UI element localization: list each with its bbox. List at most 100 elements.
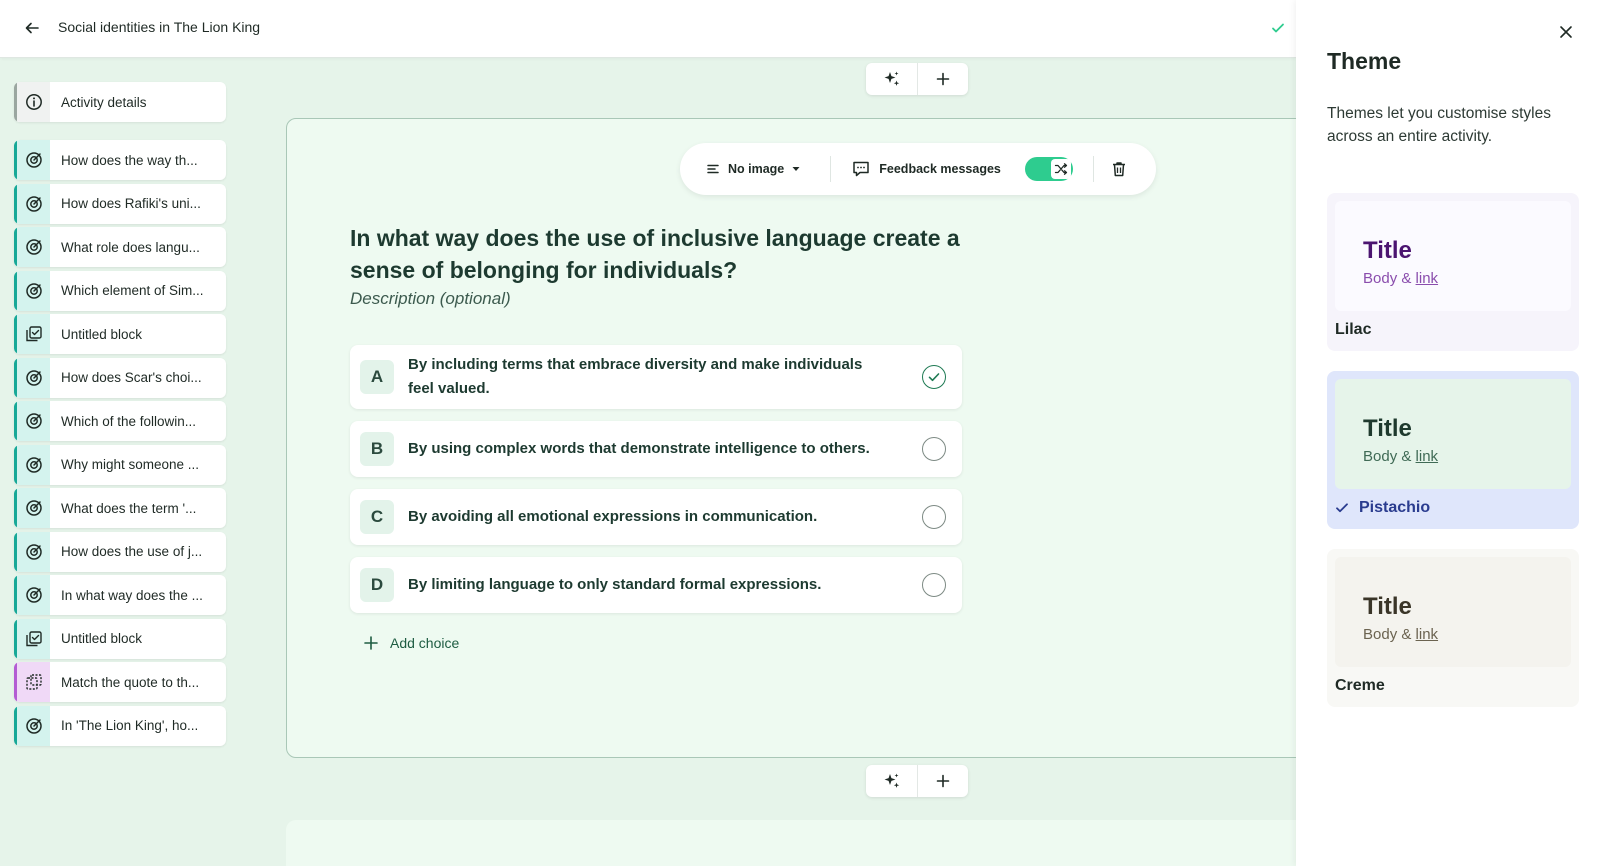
correct-answer-radio[interactable] bbox=[922, 505, 946, 529]
close-icon[interactable] bbox=[1554, 20, 1578, 44]
sidebar-item[interactable]: Why might someone ... bbox=[14, 444, 226, 485]
selected-check-icon bbox=[1336, 503, 1348, 513]
sidebar-item-label: How does the use of j... bbox=[61, 544, 203, 559]
theme-name: Lilac bbox=[1335, 321, 1372, 338]
choice-letter: A bbox=[360, 360, 394, 394]
choice-a[interactable]: A By including terms that embrace divers… bbox=[350, 345, 962, 409]
correct-answer-radio[interactable] bbox=[922, 573, 946, 597]
choice-c[interactable]: C By avoiding all emotional expressions … bbox=[350, 489, 962, 545]
choice-text[interactable]: By limiting language to only standard fo… bbox=[408, 573, 888, 597]
caret-down-icon bbox=[792, 167, 800, 171]
feedback-messages-label: Feedback messages bbox=[879, 162, 1001, 176]
choice-text[interactable]: By using complex words that demonstrate … bbox=[408, 437, 888, 461]
theme-option-creme[interactable]: Title Body & link Creme bbox=[1327, 549, 1579, 707]
theme-preview-link: link bbox=[1415, 626, 1439, 643]
align-left-icon bbox=[707, 164, 719, 174]
comment-icon bbox=[853, 161, 870, 177]
plus-icon bbox=[936, 72, 950, 86]
sidebar-item[interactable]: How does the use of j... bbox=[14, 531, 226, 572]
sidebar-item[interactable]: In what way does the ... bbox=[14, 575, 226, 615]
question-title[interactable]: In what way does the use of inclusive la… bbox=[350, 222, 970, 286]
sidebar-item[interactable]: Untitled block bbox=[14, 314, 226, 354]
choice-letter: B bbox=[360, 432, 394, 466]
theme-option-lilac[interactable]: Title Body & link Lilac bbox=[1327, 193, 1579, 351]
sidebar-item[interactable]: What does the term '... bbox=[14, 488, 226, 528]
sidebar-item[interactable]: How does Scar's choi... bbox=[14, 357, 226, 398]
checklist-icon bbox=[14, 314, 50, 354]
sidebar-item-label: Activity details bbox=[61, 94, 147, 110]
theme-preview-body: Body & link bbox=[1363, 270, 1439, 287]
choice-text[interactable]: By avoiding all emotional expressions in… bbox=[408, 505, 888, 529]
sidebar-item[interactable]: Untitled block bbox=[14, 618, 226, 659]
question-toolbar: No image Feedback messages bbox=[680, 143, 1156, 195]
info-icon bbox=[14, 82, 50, 122]
target-icon bbox=[14, 531, 50, 572]
choice-b[interactable]: B By using complex words that demonstrat… bbox=[350, 421, 962, 477]
target-icon bbox=[14, 357, 50, 398]
feedback-messages-button[interactable]: Feedback messages bbox=[851, 159, 1001, 179]
ai-generate-button[interactable] bbox=[866, 765, 917, 797]
sidebar-item-label: Which of the followin... bbox=[61, 413, 197, 429]
delete-question-button[interactable] bbox=[1110, 160, 1128, 178]
choice-text[interactable]: By including terms that embrace diversit… bbox=[408, 353, 888, 401]
next-block-card[interactable] bbox=[286, 820, 1326, 866]
sidebar-item-label: How does the way th... bbox=[61, 152, 198, 168]
theme-preview-body: Body & link bbox=[1363, 626, 1439, 643]
sidebar-item-label: How does Scar's choi... bbox=[61, 370, 202, 385]
sidebar-item-label: In what way does the ... bbox=[61, 587, 203, 603]
sidebar-item[interactable]: How does the way th... bbox=[14, 140, 226, 180]
choice-d[interactable]: D By limiting language to only standard … bbox=[350, 557, 962, 613]
sidebar-item[interactable]: What role does langu... bbox=[14, 227, 226, 267]
theme-name: Pistachio bbox=[1335, 499, 1430, 517]
add-block-button[interactable] bbox=[917, 63, 968, 95]
insert-toolbar-top bbox=[866, 63, 968, 95]
add-block-button[interactable] bbox=[917, 765, 968, 797]
sidebar-item[interactable]: Match the quote to th... bbox=[14, 662, 226, 702]
plus-icon bbox=[936, 774, 950, 788]
question-description[interactable]: Description (optional) bbox=[350, 289, 511, 309]
ai-generate-button[interactable] bbox=[866, 63, 917, 95]
back-arrow-icon[interactable] bbox=[20, 16, 44, 40]
correct-answer-check-icon[interactable] bbox=[922, 365, 946, 389]
target-icon bbox=[14, 140, 50, 180]
theme-preview-body: Body & link bbox=[1363, 448, 1439, 465]
sidebar-item[interactable]: How does Rafiki's uni... bbox=[14, 183, 226, 224]
theme-preview-link: link bbox=[1415, 270, 1439, 287]
target-icon bbox=[14, 227, 50, 267]
toolbar-divider bbox=[1092, 156, 1094, 182]
theme-preview: Title Body & link bbox=[1335, 201, 1571, 311]
theme-preview: Title Body & link bbox=[1335, 557, 1571, 667]
plus-icon bbox=[364, 636, 378, 650]
theme-option-pistachio[interactable]: Title Body & link Pistachio bbox=[1327, 371, 1579, 529]
sidebar-item-label: In 'The Lion King', ho... bbox=[61, 718, 199, 733]
sidebar-item-label: What role does langu... bbox=[61, 239, 200, 255]
target-icon bbox=[14, 488, 50, 528]
match-icon bbox=[14, 662, 50, 702]
sidebar: Activity details How does the way th... H… bbox=[14, 82, 226, 749]
choice-letter: D bbox=[360, 568, 394, 602]
add-choice-button[interactable]: Add choice bbox=[364, 635, 459, 651]
target-icon bbox=[14, 444, 50, 485]
sidebar-item-label: What does the term '... bbox=[61, 500, 197, 516]
sidebar-item[interactable]: Which of the followin... bbox=[14, 401, 226, 441]
panel-title: Theme bbox=[1327, 48, 1402, 74]
choice-letter: C bbox=[360, 500, 394, 534]
insert-toolbar-bottom bbox=[866, 765, 968, 797]
shuffle-toggle[interactable] bbox=[1024, 157, 1073, 181]
image-dropdown[interactable]: No image bbox=[706, 162, 800, 176]
sidebar-item-label: Match the quote to th... bbox=[61, 674, 200, 690]
theme-preview-title: Title bbox=[1363, 415, 1412, 442]
correct-answer-radio[interactable] bbox=[922, 437, 946, 461]
shuffle-icon bbox=[1050, 159, 1071, 179]
page-title: Social identities in The Lion King bbox=[58, 19, 261, 35]
sidebar-item[interactable]: In 'The Lion King', ho... bbox=[14, 705, 226, 746]
theme-name: Creme bbox=[1335, 677, 1385, 694]
theme-preview-link: link bbox=[1415, 448, 1439, 465]
saved-check-icon bbox=[1272, 23, 1284, 33]
sidebar-item[interactable]: Which element of Sim... bbox=[14, 270, 226, 311]
image-dropdown-label: No image bbox=[728, 162, 785, 176]
target-icon bbox=[14, 270, 50, 311]
sidebar-item-activity-details[interactable]: Activity details bbox=[14, 82, 226, 122]
sidebar-block-list: How does the way th... How does Rafiki's … bbox=[14, 140, 226, 746]
target-icon bbox=[14, 183, 50, 224]
